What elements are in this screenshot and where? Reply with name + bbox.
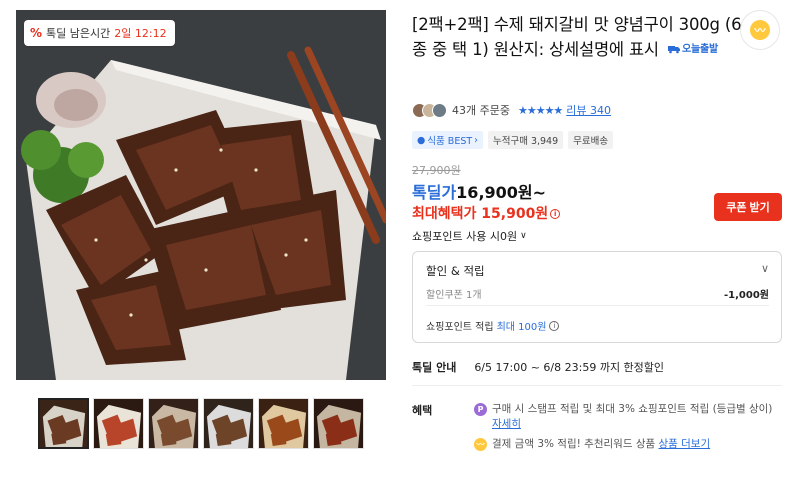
coupon-value: -1,000원	[724, 290, 769, 301]
cumulative-purchase-badge: 누적구매 3,949	[487, 131, 564, 149]
thumbnail-1[interactable]	[38, 398, 89, 449]
deal-price-row: 톡딜가16,900원~	[412, 179, 546, 203]
max-benefit-price: 15,900원	[481, 206, 549, 222]
review-link[interactable]: 리뷰 340	[566, 102, 611, 118]
points-use-dropdown[interactable]: 쇼핑포인트 사용 시0원 ∨	[412, 228, 527, 244]
main-product-image[interactable]	[16, 10, 386, 380]
thumbnail-image	[314, 399, 363, 448]
max-benefit-row: 최대혜택가 15,900원 i	[412, 203, 561, 223]
food-best-label: 식품 BEST	[427, 136, 473, 147]
badge-check-icon: ●	[417, 134, 426, 146]
thumbnail-4[interactable]	[203, 398, 254, 449]
benefit-item-text: 결제 금액 3% 적립! 추천리워드 상품 상품 더보기	[492, 437, 710, 452]
buyer-avatars	[412, 102, 447, 118]
today-departure-label: 오늘출발	[681, 44, 718, 55]
talk-favorite-button[interactable]: 〰	[740, 10, 780, 50]
deal-timer-value: 2일 12:12	[114, 27, 167, 40]
thumbnail-3[interactable]	[148, 398, 199, 449]
product-photo	[16, 10, 386, 380]
thumbnail-image	[149, 399, 198, 448]
original-price: 27,900원	[412, 164, 461, 177]
thumbnail-image	[204, 399, 253, 448]
point-icon: P	[474, 403, 487, 416]
deal-info-text: 6/5 17:00 ~ 6/8 23:59 까지 한정할인	[474, 361, 665, 374]
food-best-badge[interactable]: ● 식품 BEST ›	[412, 131, 483, 149]
benefit-stamp-text: 구매 시 스탬프 적립 및 최대 3% 쇼핑포인트 적립 (등급별 상이)	[492, 403, 773, 415]
more-products-link[interactable]: 상품 더보기	[658, 438, 710, 450]
points-earn-row: 쇼핑포인트 적립 최대 100원 i	[426, 318, 560, 333]
reward-icon: 〰	[474, 438, 487, 451]
discount-benefit-box[interactable]: 할인 & 적립 ∨ 할인쿠폰 1개 -1,000원 쇼핑포인트 적립 최대 10…	[412, 251, 782, 343]
points-earn-label: 쇼핑포인트 적립	[426, 322, 494, 333]
chevron-down-icon[interactable]: ∨	[761, 262, 769, 275]
max-benefit-label: 최대혜택가	[412, 206, 477, 222]
deal-price-value: 16,900원~	[456, 183, 547, 202]
points-use-label: 쇼핑포인트 사용 시0원	[412, 230, 518, 243]
rating-row: 43개 주문중 ★★★★★ 리뷰 340	[412, 102, 611, 118]
benefit-item-stamp: P 구매 시 스탬프 적립 및 최대 3% 쇼핑포인트 적립 (등급별 상이) …	[474, 402, 779, 432]
info-icon[interactable]: i	[549, 320, 560, 331]
product-title: [2팩+2팩] 수제 돼지갈비 맛 양념구이 300g (6종 중 택 1) 원…	[412, 12, 742, 62]
thumbnail-2[interactable]	[93, 398, 144, 449]
benefit-item-text: 구매 시 스탬프 적립 및 최대 3% 쇼핑포인트 적립 (등급별 상이) 자세…	[492, 402, 779, 432]
deal-timer-label: 톡딜 남은시간	[46, 27, 111, 40]
info-icon[interactable]: i	[550, 209, 561, 219]
deal-info-label: 톡딜 안내	[412, 361, 457, 374]
free-shipping-badge: 무료배송	[568, 131, 614, 149]
benefit-box-heading: 할인 & 적립	[426, 264, 485, 278]
order-count: 43개 주문중	[452, 104, 510, 117]
benefit-reward-text: 결제 금액 3% 적립! 추천리워드 상품	[492, 438, 656, 450]
thumbnail-5[interactable]	[258, 398, 309, 449]
chevron-down-icon: ∨	[520, 231, 527, 241]
coupon-label: 할인쿠폰 1개	[426, 290, 482, 301]
details-link[interactable]: 자세히	[492, 418, 521, 430]
today-departure-badge: 오늘출발	[667, 37, 718, 62]
benefit-item-reward: 〰 결제 금액 3% 적립! 추천리워드 상품 상품 더보기	[474, 437, 779, 452]
avatar	[432, 102, 447, 118]
thumbnail-6[interactable]	[313, 398, 364, 449]
points-earn-value: 최대 100원	[496, 322, 547, 333]
deal-info-row: 톡딜 안내 6/5 17:00 ~ 6/8 23:59 까지 한정할인	[412, 359, 664, 375]
benefit-label: 혜택	[412, 404, 433, 417]
divider	[412, 385, 782, 386]
rating-stars-icon: ★★★★★	[517, 103, 563, 117]
coupon-button[interactable]: 쿠폰 받기	[714, 193, 782, 221]
divider	[426, 305, 769, 306]
talk-deal-icon: 〰	[750, 20, 770, 40]
product-badges: ● 식품 BEST › 누적구매 3,949 무료배송	[412, 131, 614, 149]
chevron-right-icon: ›	[474, 134, 478, 146]
thumbnail-image	[40, 400, 87, 447]
discount-percent-icon: %	[30, 26, 43, 40]
deal-price-label: 톡딜가	[412, 183, 457, 202]
thumbnail-image	[259, 399, 308, 448]
thumbnail-strip	[38, 398, 364, 449]
truck-icon	[667, 46, 680, 54]
deal-timer-badge: % 톡딜 남은시간 2일 12:12	[24, 20, 175, 46]
thumbnail-image	[94, 399, 143, 448]
